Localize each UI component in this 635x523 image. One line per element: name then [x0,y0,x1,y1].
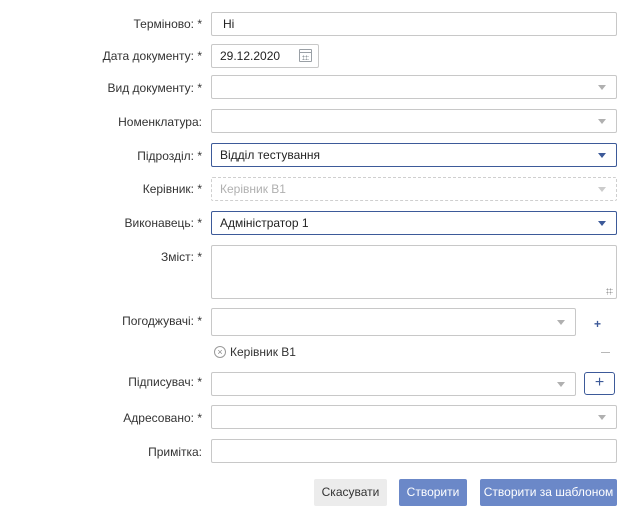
doc-date-field[interactable]: 29.12.2020 [211,44,319,68]
doc-type-select[interactable] [211,75,617,99]
note-label: Примітка: [148,445,202,459]
resize-grip-icon[interactable] [606,288,613,295]
chevron-down-icon [598,187,606,192]
chevron-down-icon [598,415,606,420]
nomenclature-select[interactable] [211,109,617,133]
executor-label: Виконавець: * [124,216,202,230]
nomenclature-label: Номенклатура: [118,115,202,129]
head-value: Керівник В1 [220,182,286,196]
department-label: Підрозділ: * [137,149,202,163]
note-input[interactable] [211,439,617,463]
urgent-value: Ні [223,17,235,31]
calendar-icon[interactable] [299,49,312,62]
urgent-label: Терміново: * [133,17,202,31]
addressed-label: Адресовано: * [123,411,202,425]
approvers-select[interactable] [211,308,576,336]
doc-date-value: 29.12.2020 [220,49,281,63]
remove-tag-icon[interactable]: × [214,346,226,358]
cancel-button[interactable]: Скасувати [314,479,387,506]
remove-approver-button[interactable] [601,352,610,353]
content-textarea[interactable] [211,245,617,299]
addressed-select[interactable] [211,405,617,429]
chevron-down-icon [557,320,565,325]
head-select: Керівник В1 [211,177,617,201]
head-label: Керівник: * [142,182,202,196]
doc-date-label: Дата документу: * [102,49,202,63]
content-label: Зміст: * [161,250,202,264]
chevron-down-icon [557,382,565,387]
signer-select[interactable] [211,372,576,396]
executor-value: Адміністратор 1 [220,216,309,230]
create-button[interactable]: Створити [399,479,467,506]
add-approver-button[interactable]: + [594,317,601,331]
approver-tag-label: Керівник В1 [230,345,296,359]
chevron-down-icon [598,221,606,226]
chevron-down-icon [598,153,606,158]
department-value: Відділ тестування [220,148,321,162]
chevron-down-icon [598,85,606,90]
urgent-field[interactable]: Ні [211,12,617,36]
add-signer-button[interactable]: + [584,372,615,395]
executor-select[interactable]: Адміністратор 1 [211,211,617,235]
create-from-template-button[interactable]: Створити за шаблоном [480,479,617,506]
department-select[interactable]: Відділ тестування [211,143,617,167]
doc-type-label: Вид документу: * [107,81,203,95]
signer-label: Підписувач: * [128,375,202,389]
chevron-down-icon [598,119,606,124]
approvers-label: Погоджувачі: * [122,314,202,328]
